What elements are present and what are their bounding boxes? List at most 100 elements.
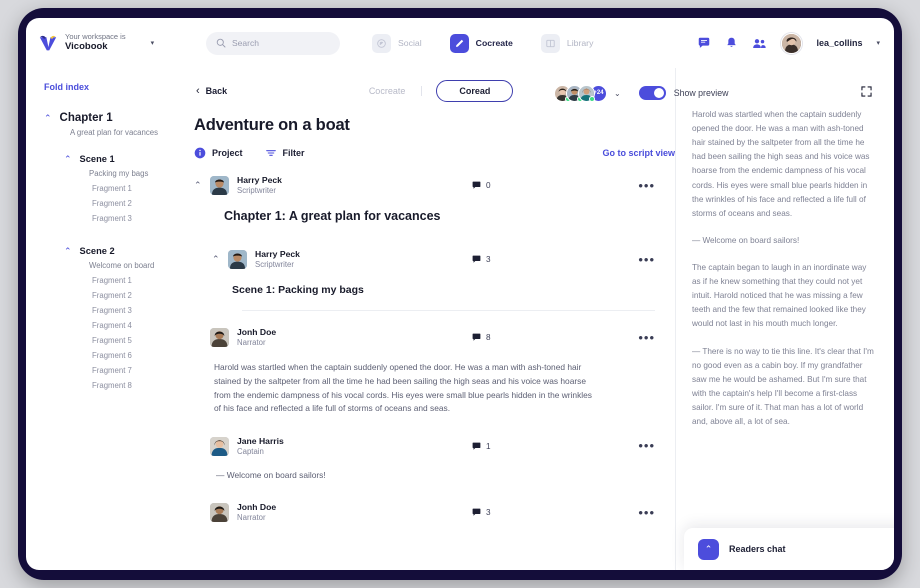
- go-to-script-view-link[interactable]: Go to script view: [602, 148, 675, 158]
- user-name-label: lea_collins: [816, 38, 863, 48]
- pencil-icon: [449, 33, 469, 53]
- more-options-icon[interactable]: •••: [638, 178, 655, 191]
- comment-icon: [472, 255, 481, 264]
- sidebar-item-chapter-1[interactable]: ⌃ Chapter 1: [44, 112, 164, 124]
- author-name: Harry Peck: [237, 175, 282, 185]
- preview-panel: +24 ⌄ Show preview Harold was startled w…: [554, 68, 894, 570]
- list-item[interactable]: Fragment 8: [92, 381, 164, 390]
- content-paragraph: — Welcome on board sailors!: [216, 470, 326, 481]
- avatar[interactable]: [210, 327, 229, 347]
- chevron-up-icon[interactable]: ⌃: [698, 538, 719, 560]
- author-name: Jonh Doe: [237, 502, 277, 513]
- preview-text: Harold was startled when the captain sud…: [692, 108, 876, 429]
- sidebar-item-scene-1[interactable]: ⌃ Scene 1: [64, 153, 164, 164]
- divider: [242, 309, 655, 311]
- search-icon: [216, 38, 226, 48]
- author-name: Harry Peck: [255, 249, 300, 260]
- back-button[interactable]: ‹ Back: [196, 85, 227, 97]
- tab-cocreate[interactable]: Cocreate: [369, 86, 423, 96]
- vicobook-logo-icon: [39, 35, 57, 51]
- filter-button[interactable]: Filter: [265, 147, 305, 159]
- chevron-up-icon[interactable]: ⌃: [64, 155, 72, 164]
- content-block: Jonh Doe Narrator 3 •••: [194, 502, 655, 523]
- device-bezel: Your workspace is Vicobook ▾ Search Soci…: [18, 8, 902, 580]
- author-role: Narrator: [237, 513, 266, 523]
- nav-label-cocreate: Cocreate: [475, 38, 513, 48]
- sidebar-outline: Fold index ⌃ Chapter 1 A great plan for …: [26, 68, 174, 570]
- chevron-up-icon[interactable]: ⌃: [64, 247, 72, 256]
- list-item[interactable]: Fragment 7: [92, 366, 164, 375]
- show-preview-label: Show preview: [673, 88, 729, 98]
- comment-icon: [472, 181, 481, 189]
- sidebar-item-scene-2[interactable]: ⌃ Scene 2: [64, 245, 164, 256]
- chevron-up-icon[interactable]: ⌃: [194, 180, 210, 191]
- list-item[interactable]: Fragment 1: [92, 276, 164, 285]
- chevron-down-icon[interactable]: ⌄: [614, 89, 621, 98]
- app-body: Fold index ⌃ Chapter 1 A great plan for …: [26, 68, 894, 570]
- list-item[interactable]: Fragment 3: [92, 306, 164, 315]
- more-options-icon[interactable]: •••: [638, 506, 655, 519]
- author-role: Scriptwriter: [255, 260, 294, 270]
- nav-label-social: Social: [398, 38, 422, 48]
- comment-count-value: 3: [486, 508, 491, 518]
- comment-count[interactable]: 3: [472, 255, 491, 264]
- workspace-switcher[interactable]: Your workspace is Vicobook ▾: [38, 32, 190, 54]
- project-button[interactable]: Project: [194, 147, 243, 159]
- nav-item-cocreate[interactable]: Cocreate: [449, 33, 513, 53]
- show-preview-toggle[interactable]: [638, 86, 666, 100]
- fold-index-button[interactable]: Fold index: [44, 82, 164, 92]
- content-heading: Scene 1: Packing my bags: [232, 283, 364, 296]
- comment-icon: [472, 508, 481, 516]
- expand-icon[interactable]: [861, 84, 872, 102]
- list-item[interactable]: Fragment 3: [92, 214, 164, 223]
- chevron-down-icon[interactable]: ▾: [151, 39, 155, 47]
- avatar[interactable]: [578, 84, 595, 102]
- toggle-knob: [653, 88, 664, 98]
- avatar[interactable]: [228, 250, 247, 270]
- list-item[interactable]: Fragment 4: [92, 321, 164, 330]
- book-icon: [540, 33, 560, 53]
- nav-item-library[interactable]: Library: [540, 33, 593, 53]
- content-paragraph: Harold was startled when the captain sud…: [214, 362, 592, 414]
- avatar[interactable]: [210, 503, 229, 523]
- readers-chat-label: Readers chat: [729, 544, 786, 554]
- list-item[interactable]: Fragment 2: [92, 291, 164, 300]
- author-role: Scriptwriter: [237, 185, 276, 195]
- workspace-name: Vicobook: [65, 41, 108, 53]
- social-icon: [372, 33, 391, 53]
- more-options-icon[interactable]: •••: [638, 330, 655, 343]
- avatar[interactable]: [781, 32, 803, 54]
- list-item[interactable]: Fragment 2: [92, 199, 164, 208]
- nav-item-social[interactable]: Social: [372, 33, 422, 53]
- content-block: Jane Harris Captain 1 ••• — Welcome on b…: [194, 436, 655, 480]
- chevron-down-icon[interactable]: ▾: [876, 39, 880, 47]
- search-input[interactable]: Search: [206, 31, 340, 55]
- chapter-subtitle: A great plan for vacances: [70, 128, 158, 137]
- list-item[interactable]: Fragment 6: [92, 351, 164, 360]
- preview-paragraph: The captain began to laugh in an inordin…: [692, 262, 867, 329]
- avatar[interactable]: [210, 175, 229, 195]
- people-icon[interactable]: [752, 37, 767, 50]
- readers-chat-bar[interactable]: ⌃ Readers chat: [684, 528, 894, 570]
- search-placeholder: Search: [232, 38, 259, 48]
- comment-count[interactable]: 0: [472, 181, 491, 190]
- comment-count[interactable]: 1: [472, 442, 491, 451]
- list-item[interactable]: Fragment 5: [92, 336, 164, 345]
- scene-title: Scene 1: [79, 153, 115, 164]
- comment-count[interactable]: 8: [472, 333, 491, 342]
- tab-coread[interactable]: Coread: [436, 80, 514, 102]
- chevron-up-icon[interactable]: ⌃: [44, 114, 52, 123]
- more-options-icon[interactable]: •••: [638, 439, 655, 452]
- avatar[interactable]: [210, 436, 229, 456]
- content-block: ⌃ Harry Peck Scriptwriter: [194, 175, 655, 223]
- preview-paragraph: — There is no way to tie this line. It's…: [692, 346, 874, 427]
- preview-controls: +24 ⌄ Show preview: [554, 84, 874, 102]
- chevron-up-icon[interactable]: ⌃: [212, 254, 228, 265]
- more-options-icon[interactable]: •••: [638, 253, 655, 266]
- list-item[interactable]: Fragment 1: [92, 184, 164, 193]
- collaborator-avatars[interactable]: +24: [554, 84, 607, 102]
- comment-count[interactable]: 3: [472, 508, 491, 517]
- notifications-bell-icon[interactable]: [725, 36, 738, 50]
- app-screen: Your workspace is Vicobook ▾ Search Soci…: [26, 18, 894, 570]
- messages-icon[interactable]: [697, 36, 711, 50]
